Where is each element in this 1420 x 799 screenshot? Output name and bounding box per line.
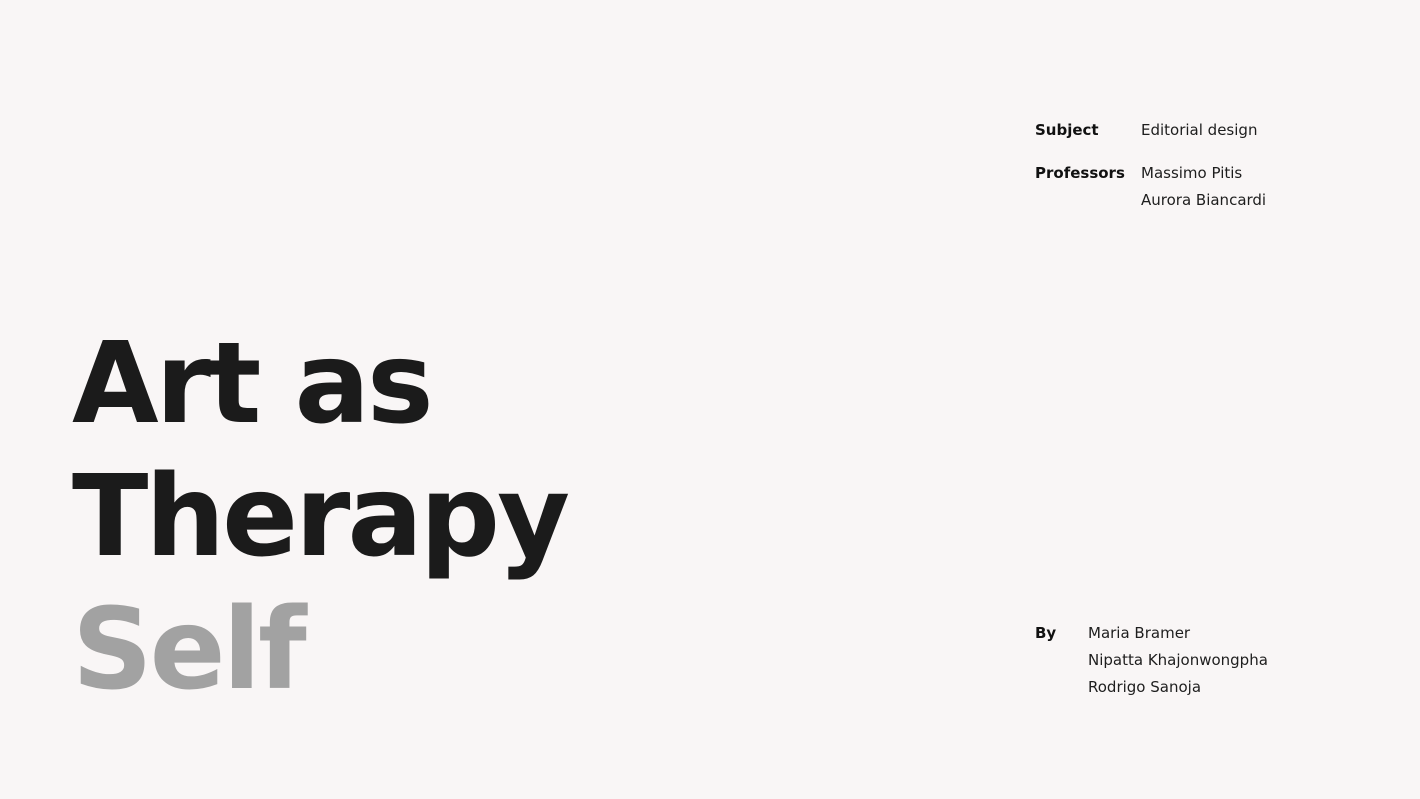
- title-line-2: Therapy: [72, 452, 570, 582]
- professors-row: Professors Massimo Pitis Aurora Biancard…: [1035, 160, 1266, 214]
- title-line-3: Self: [72, 585, 307, 715]
- authors-list: Maria Bramer Nipatta Khajonwongpha Rodri…: [1088, 620, 1268, 701]
- subject-values: Editorial design: [1141, 117, 1257, 144]
- professor-name: Aurora Biancardi: [1141, 191, 1267, 209]
- subject-value: Editorial design: [1141, 121, 1258, 139]
- author-name: Rodrigo Sanoja: [1088, 678, 1202, 696]
- title-line-1: Art as: [72, 319, 434, 449]
- professor-name: Massimo Pitis: [1141, 164, 1243, 182]
- by-label: By: [1035, 624, 1057, 642]
- project-title: Art as Therapy Self: [72, 318, 570, 717]
- author-name: Nipatta Khajonwongpha: [1088, 651, 1268, 669]
- professors-label: Professors: [1035, 164, 1125, 182]
- subject-row: Subject Editorial design: [1035, 117, 1266, 144]
- professors-list: Massimo Pitis Aurora Biancardi: [1141, 160, 1266, 214]
- project-info: Subject Editorial design Professors Mass…: [1035, 117, 1266, 230]
- author-name: Maria Bramer: [1088, 624, 1191, 642]
- authors-block: By Maria Bramer Nipatta Khajonwongpha Ro…: [1035, 620, 1268, 701]
- subject-label: Subject: [1035, 121, 1099, 139]
